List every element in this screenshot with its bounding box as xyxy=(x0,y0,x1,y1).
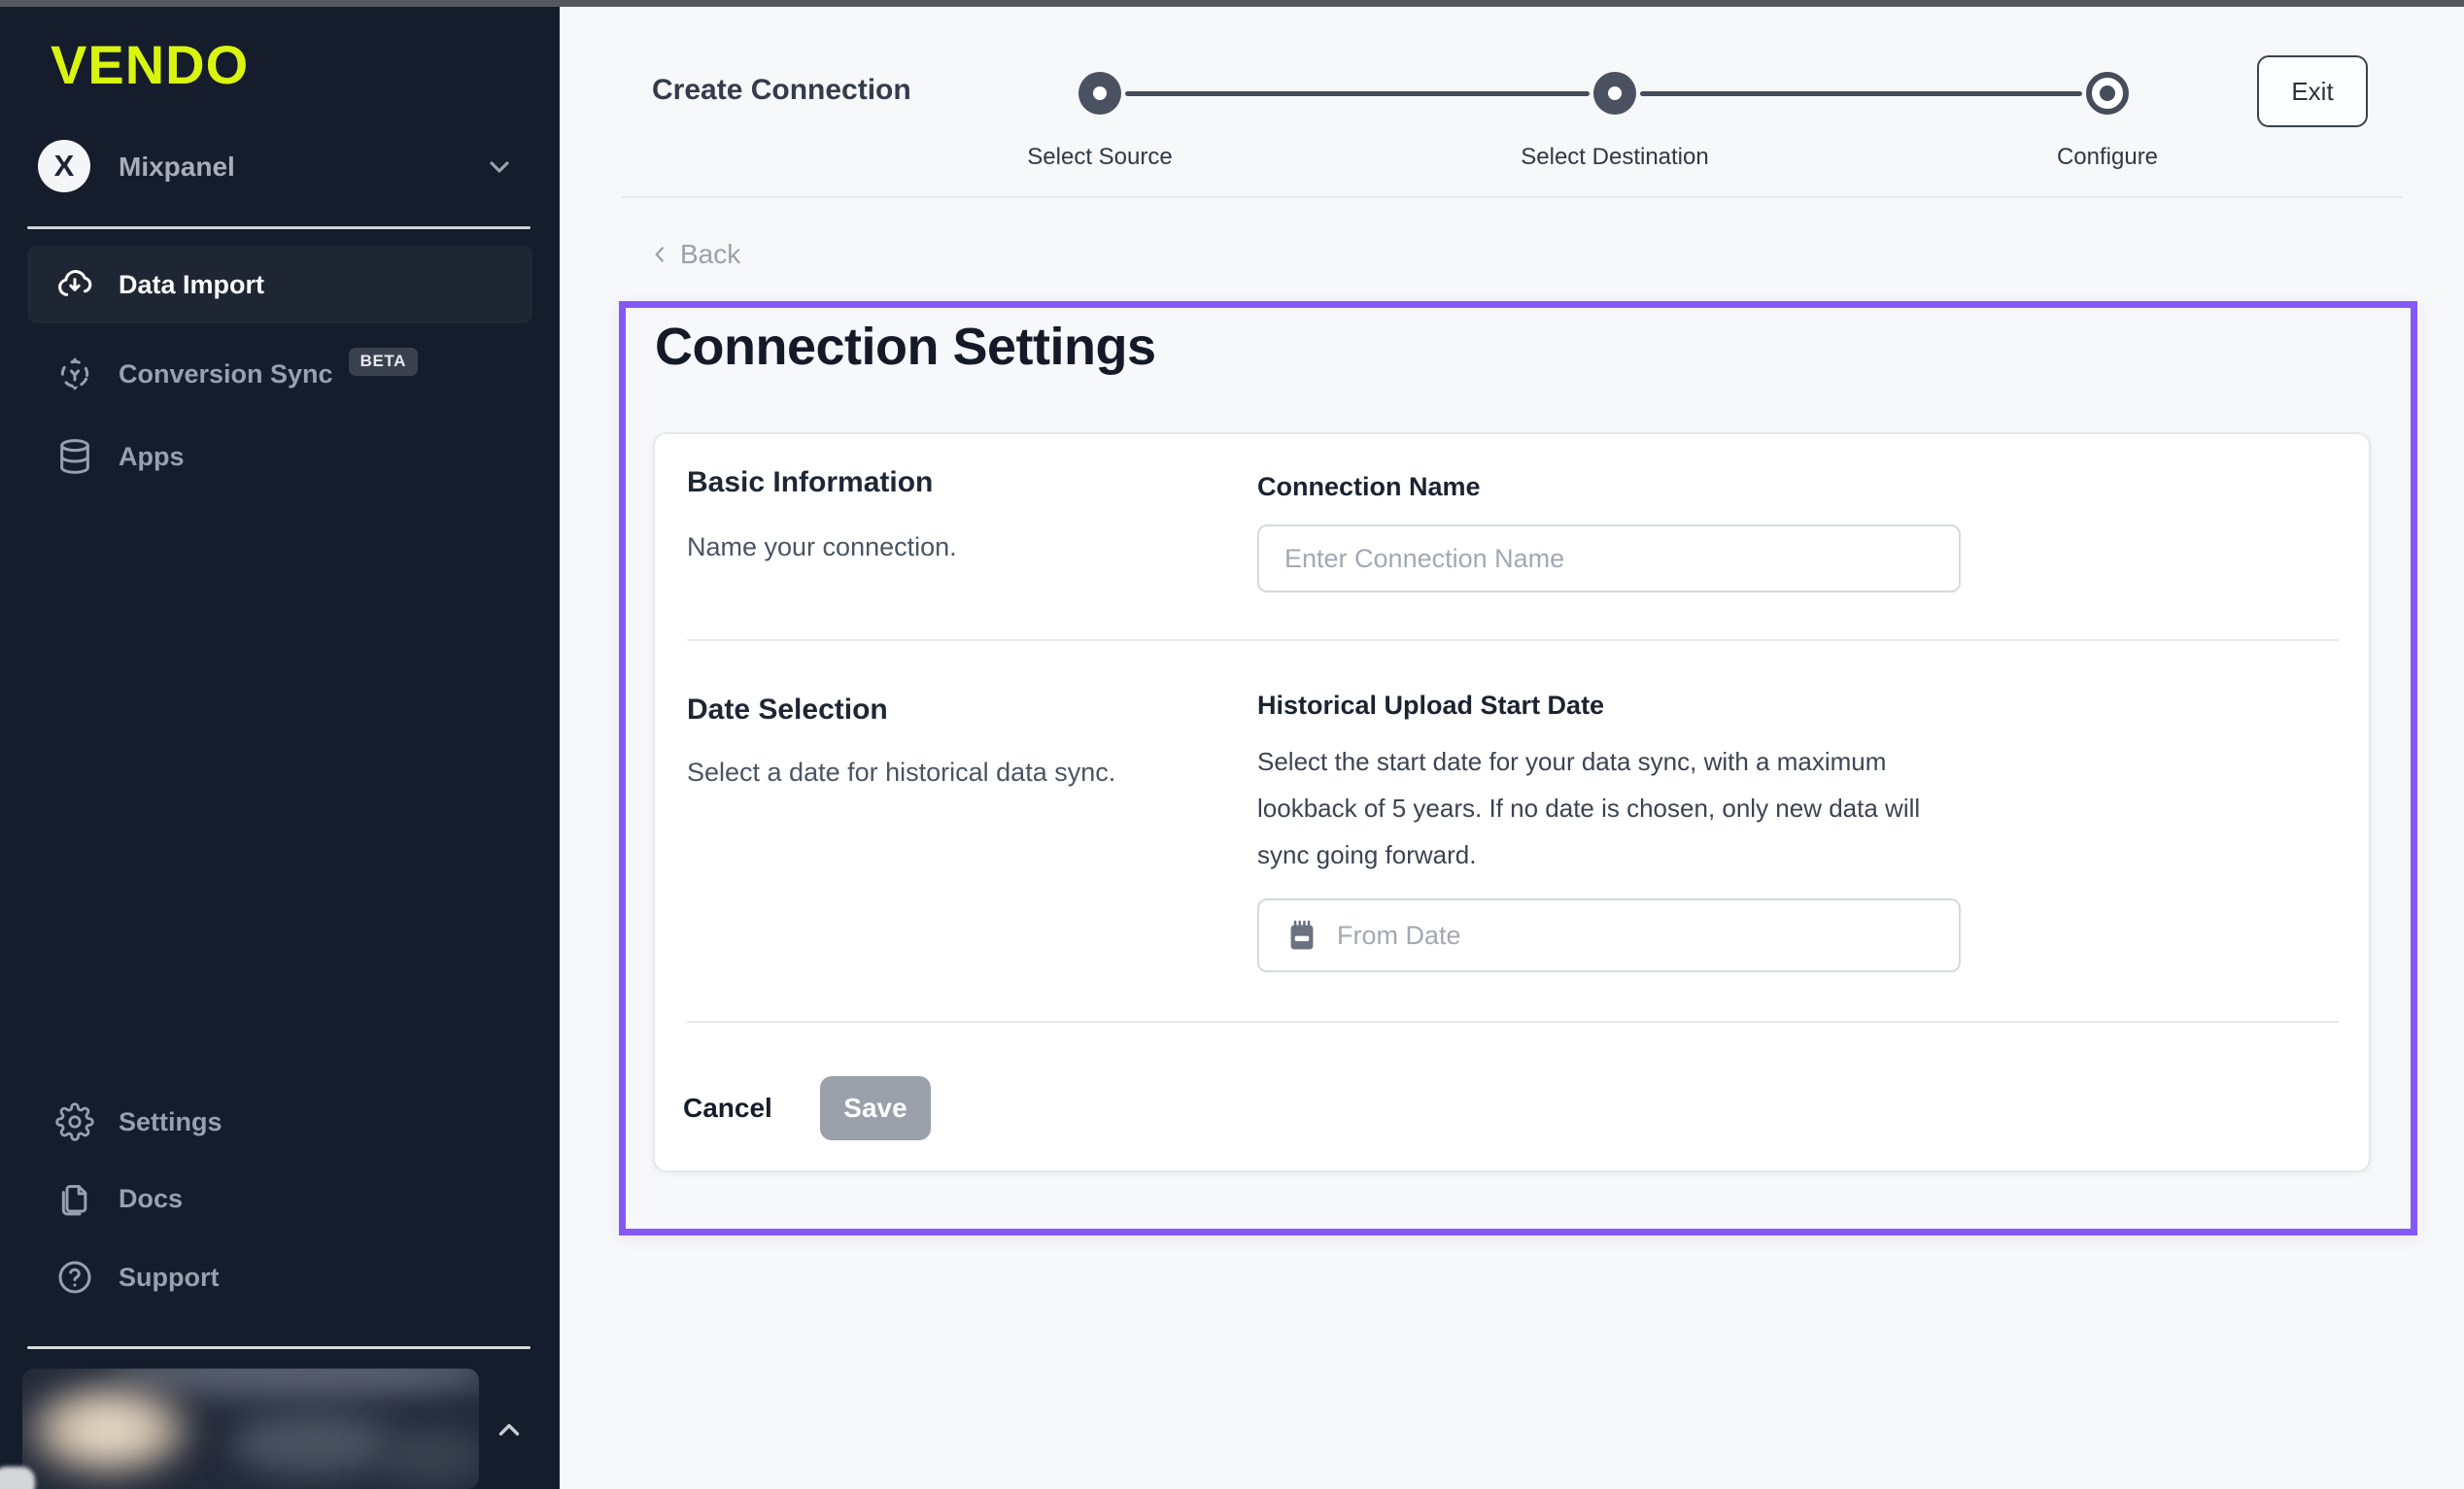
step-dot-core xyxy=(1093,86,1107,100)
sidebar-item-docs[interactable]: Docs xyxy=(27,1160,532,1237)
back-label: Back xyxy=(680,239,740,270)
conversion-sync-icon xyxy=(55,355,94,393)
sidebar-item-label: Settings xyxy=(119,1107,222,1137)
app-root: VENDO X Mixpanel Data Import xyxy=(0,0,2464,1489)
panel-title: Connection Settings xyxy=(655,317,1156,377)
docs-icon xyxy=(55,1179,94,1218)
cloud-download-icon xyxy=(55,265,94,304)
window-top-strip xyxy=(0,0,2464,7)
step-label-select-destination: Select Destination xyxy=(1469,144,1761,171)
save-button[interactable]: Save xyxy=(820,1076,931,1140)
page-title: Create Connection xyxy=(652,74,911,107)
section-divider xyxy=(687,639,2339,641)
user-account-blurred[interactable] xyxy=(22,1369,479,1489)
from-date-field[interactable] xyxy=(1257,898,1961,972)
sidebar-divider-bottom xyxy=(27,1346,530,1349)
sidebar-item-apps[interactable]: Apps xyxy=(27,418,532,495)
workspace-switcher[interactable] xyxy=(27,134,532,198)
step-dot-select-source[interactable] xyxy=(1078,72,1121,115)
blurred-corner-shape xyxy=(0,1467,35,1489)
connection-name-label: Connection Name xyxy=(1257,472,1481,502)
basic-information-description: Name your connection. xyxy=(687,532,957,562)
from-date-input[interactable] xyxy=(1337,900,1959,970)
step-label-select-source: Select Source xyxy=(954,144,1246,171)
database-icon xyxy=(55,437,94,476)
step-label-configure: Configure xyxy=(1962,144,2253,171)
step-dot-select-destination[interactable] xyxy=(1593,72,1636,115)
step-connector xyxy=(1640,91,2082,96)
avatar xyxy=(22,1376,201,1483)
date-selection-heading: Date Selection xyxy=(687,694,888,727)
beta-badge: BETA xyxy=(349,348,418,376)
workspace-name: Mixpanel xyxy=(119,152,235,183)
sidebar-item-settings[interactable]: Settings xyxy=(27,1083,532,1161)
sidebar-item-label: Support xyxy=(119,1263,219,1293)
connection-name-input[interactable] xyxy=(1257,525,1961,592)
sidebar-item-label: Conversion Sync xyxy=(119,359,333,389)
cancel-button[interactable]: Cancel xyxy=(683,1076,772,1140)
blur-blob xyxy=(231,1411,396,1475)
section-divider xyxy=(687,1021,2339,1023)
historical-upload-help-text: Select the start date for your data sync… xyxy=(1257,738,1949,878)
sidebar-item-label: Apps xyxy=(119,442,185,472)
chevron-left-icon xyxy=(647,242,672,267)
step-dot-core xyxy=(1608,86,1622,100)
exit-button[interactable]: Exit xyxy=(2257,55,2368,127)
sidebar-divider-top xyxy=(27,226,530,229)
calendar-icon xyxy=(1284,918,1319,953)
chevron-up-icon[interactable] xyxy=(493,1413,526,1446)
historical-upload-start-date-label: Historical Upload Start Date xyxy=(1257,691,1604,721)
step-dot-core xyxy=(2100,85,2115,101)
date-selection-description: Select a date for historical data sync. xyxy=(687,758,1115,788)
back-link[interactable]: Back xyxy=(647,239,740,270)
mixpanel-avatar: X xyxy=(38,140,90,192)
chevron-down-icon[interactable] xyxy=(484,152,515,183)
sidebar-item-label: Docs xyxy=(119,1184,183,1214)
sidebar-item-data-import[interactable]: Data Import xyxy=(27,246,532,323)
sidebar-item-conversion-sync[interactable]: Conversion Sync BETA xyxy=(27,335,532,413)
step-connector xyxy=(1125,91,1590,96)
vendo-logo: VENDO xyxy=(51,33,249,96)
sidebar-item-support[interactable]: Support xyxy=(27,1238,532,1316)
header-divider xyxy=(622,196,2402,198)
blur-blob xyxy=(372,1427,479,1485)
basic-information-heading: Basic Information xyxy=(687,466,933,499)
help-circle-icon xyxy=(55,1258,94,1297)
sidebar-item-label: Data Import xyxy=(119,270,264,300)
sidebar: VENDO X Mixpanel Data Import xyxy=(0,0,560,1489)
gear-icon xyxy=(55,1102,94,1141)
step-dot-configure[interactable] xyxy=(2086,72,2129,115)
